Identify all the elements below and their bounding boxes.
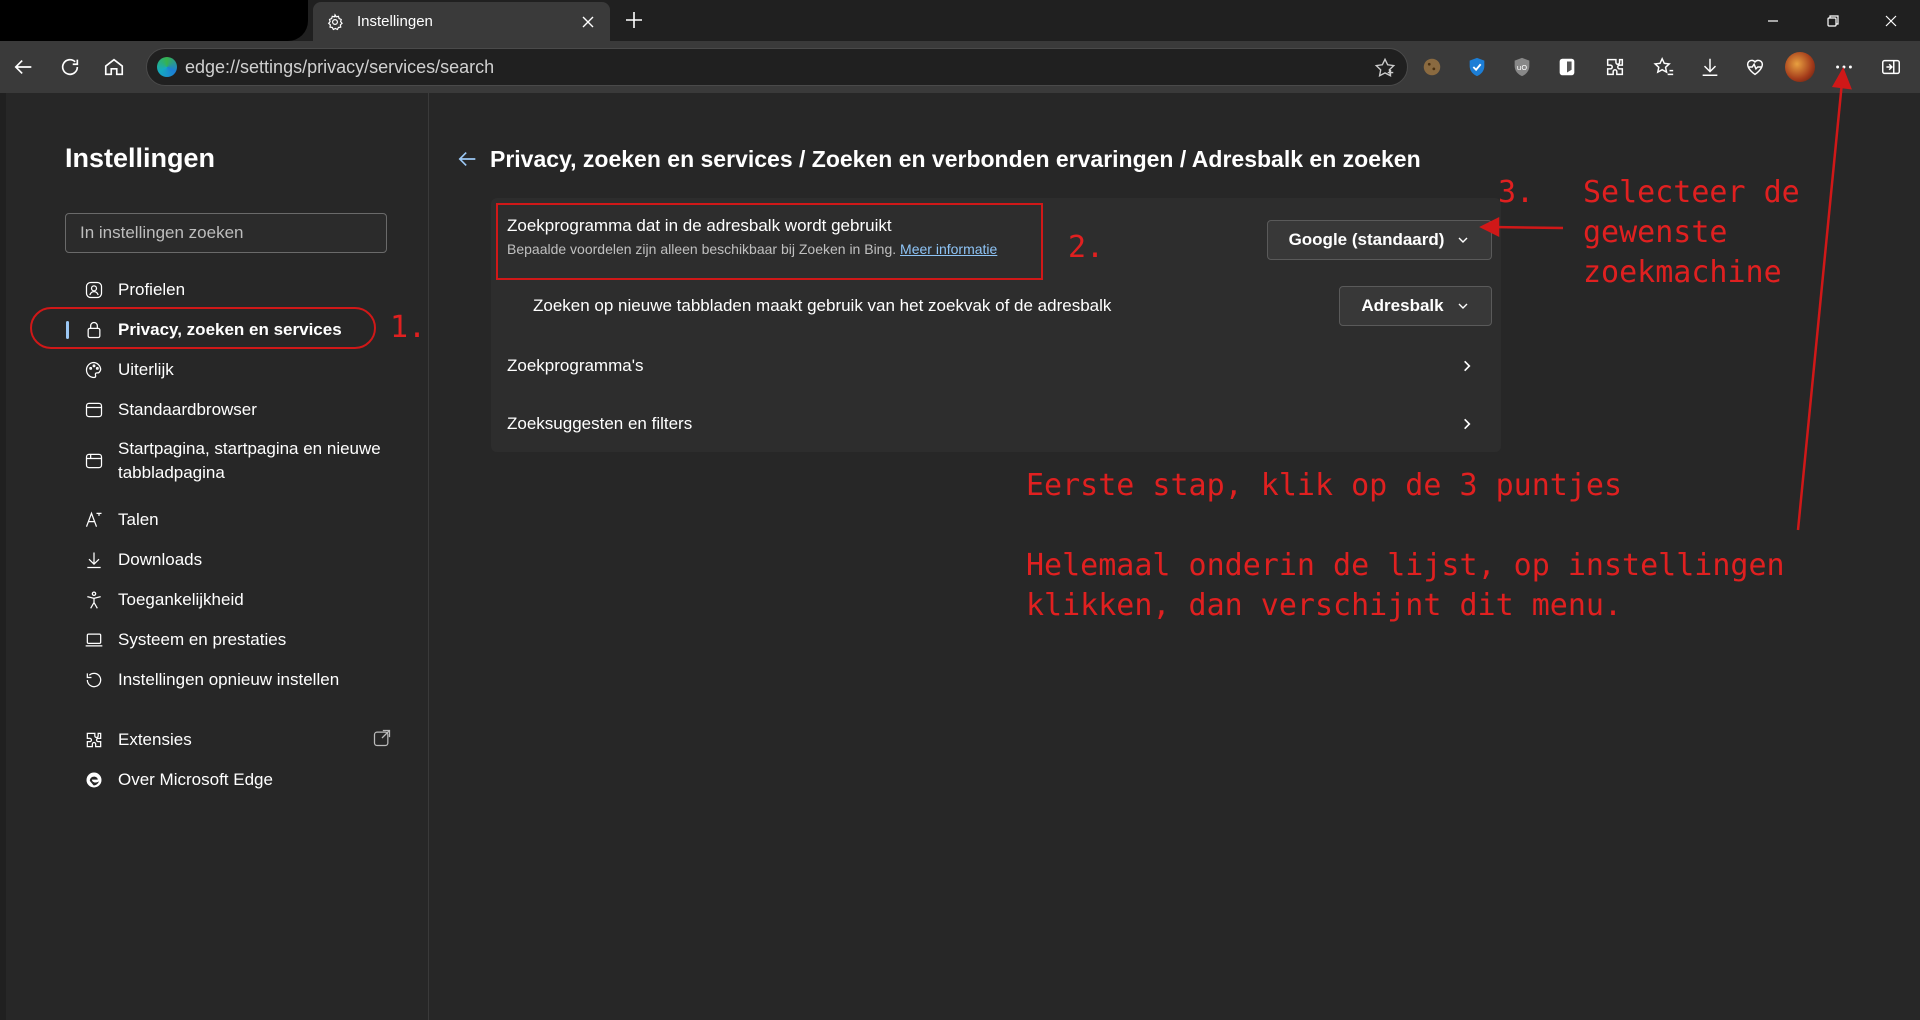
- search-suggestions-row[interactable]: Zoeksuggesten en filters: [491, 396, 1501, 452]
- gear-icon: [325, 12, 345, 32]
- address-bar[interactable]: edge://settings/privacy/services/search: [146, 48, 1408, 86]
- settings-search-input[interactable]: [65, 213, 387, 253]
- redacted-area: [0, 0, 308, 41]
- sidebar-item-systeem[interactable]: Systeem en prestaties: [66, 622, 396, 658]
- settings-sidebar: Instellingen Profielen Privacy, zoeken e…: [6, 93, 429, 1020]
- sidebar-item-talen[interactable]: Talen: [66, 502, 396, 538]
- close-tab-icon[interactable]: [578, 12, 598, 32]
- edge-logo-icon: [157, 57, 177, 77]
- laptop-icon: [82, 628, 106, 652]
- search-engines-row[interactable]: Zoekprogramma's: [491, 338, 1501, 394]
- sidebar-item-label: Extensies: [118, 730, 192, 749]
- address-url: edge://settings/privacy/services/search: [185, 56, 495, 77]
- profile-avatar[interactable]: [1785, 52, 1815, 82]
- tab-settings[interactable]: Instellingen: [313, 2, 610, 41]
- close-window-icon[interactable]: [1868, 0, 1914, 41]
- svg-text:uO: uO: [1517, 63, 1528, 72]
- ublock-extension-icon[interactable]: uO: [1508, 53, 1536, 81]
- tab-title: Instellingen: [357, 13, 433, 30]
- annotation-step-3-text: Selecteer de gewenste zoekmachine: [1583, 175, 1800, 290]
- puzzle-icon: [82, 728, 106, 752]
- annotation-step-2: 2.: [1068, 230, 1105, 265]
- restore-icon[interactable]: [1810, 0, 1856, 41]
- bitwarden-extension-icon[interactable]: [1553, 53, 1581, 81]
- annotation-step-3-number: 3.: [1498, 175, 1535, 210]
- chevron-right-icon: [1457, 414, 1477, 434]
- sidebar-toggle-icon[interactable]: [1877, 53, 1905, 81]
- sidebar-item-label: Profielen: [118, 280, 186, 299]
- start-page-icon: [82, 449, 106, 473]
- chevron-down-icon: [1456, 233, 1470, 247]
- sidebar-item-profielen[interactable]: Profielen: [66, 272, 396, 308]
- sidebar-item-label: Talen: [118, 510, 159, 529]
- sidebar-title: Instellingen: [65, 143, 216, 173]
- browser-icon: [82, 398, 106, 422]
- back-arrow-icon[interactable]: [454, 145, 482, 173]
- sidebar-item-label: Startpagina, startpagina en nieuwe tabbl…: [118, 439, 381, 482]
- edge-icon: [82, 768, 106, 792]
- chevron-right-icon: [1457, 356, 1477, 376]
- row-title: Zoekprogramma's: [507, 356, 644, 375]
- annotation-step-1: 1.: [390, 310, 427, 345]
- sidebar-item-standaardbrowser[interactable]: Standaardbrowser: [66, 392, 396, 428]
- dropdown-value: Google (standaard): [1288, 230, 1445, 249]
- reset-icon: [82, 668, 106, 692]
- downloads-icon[interactable]: [1696, 53, 1724, 81]
- sidebar-item-label: Downloads: [118, 550, 203, 569]
- tab-strip: Instellingen: [0, 0, 1920, 41]
- cookie-extension-icon[interactable]: [1418, 53, 1446, 81]
- sidebar-item-extensies[interactable]: Extensies: [66, 722, 396, 758]
- sidebar-item-reset[interactable]: Instellingen opnieuw instellen: [66, 662, 396, 698]
- new-tab-search-row: Zoeken op nieuwe tabbladen maakt gebruik…: [491, 278, 1501, 334]
- annotation-box-search-engine: [496, 203, 1043, 280]
- home-icon[interactable]: [98, 51, 130, 83]
- chevron-down-icon: [1456, 299, 1470, 313]
- more-options-icon[interactable]: [1830, 53, 1858, 81]
- page-breadcrumb: Privacy, zoeken en services / Zoeken en …: [490, 146, 1421, 172]
- performance-heart-icon[interactable]: [1741, 53, 1769, 81]
- new-tab-search-dropdown[interactable]: Adresbalk: [1339, 286, 1492, 326]
- external-link-icon: [372, 728, 396, 752]
- toolbar: edge://settings/privacy/services/search …: [0, 41, 1920, 93]
- palette-icon: [82, 358, 106, 382]
- row-title: Zoeksuggesten en filters: [507, 414, 693, 433]
- back-arrow-icon[interactable]: [8, 51, 40, 83]
- minimize-icon[interactable]: [1750, 0, 1796, 41]
- annotation-first-step: Eerste stap, klik op de 3 puntjes: [1026, 468, 1623, 503]
- sidebar-item-downloads[interactable]: Downloads: [66, 542, 396, 578]
- language-icon: [82, 508, 106, 532]
- row-title: Zoeken op nieuwe tabbladen maakt gebruik…: [533, 296, 1112, 315]
- sidebar-item-label: Instellingen opnieuw instellen: [118, 670, 340, 689]
- sidebar-item-over-edge[interactable]: Over Microsoft Edge: [66, 762, 396, 798]
- refresh-icon[interactable]: [54, 51, 86, 83]
- download-icon: [82, 548, 106, 572]
- sidebar-item-label: Uiterlijk: [118, 360, 174, 379]
- favorites-list-icon[interactable]: [1650, 53, 1678, 81]
- shield-extension-icon[interactable]: [1463, 53, 1491, 81]
- dropdown-value: Adresbalk: [1361, 296, 1444, 315]
- sidebar-item-toegankelijkheid[interactable]: Toegankelijkheid: [66, 582, 396, 618]
- new-tab-icon[interactable]: [622, 8, 646, 32]
- sidebar-item-startpagina[interactable]: Startpagina, startpagina en nieuwe tabbl…: [66, 432, 396, 490]
- search-engine-dropdown[interactable]: Google (standaard): [1267, 220, 1492, 260]
- sidebar-item-label: Toegankelijkheid: [118, 590, 244, 609]
- favorite-star-icon[interactable]: [1373, 56, 1397, 80]
- sidebar-item-label: Over Microsoft Edge: [118, 770, 273, 789]
- annotation-bottom-note: Helemaal onderin de lijst, op instelling…: [1026, 548, 1785, 623]
- sidebar-item-uiterlijk[interactable]: Uiterlijk: [66, 352, 396, 388]
- sidebar-item-label: Systeem en prestaties: [118, 630, 287, 649]
- profile-icon: [82, 278, 106, 302]
- sidebar-item-label: Standaardbrowser: [118, 400, 257, 419]
- extensions-puzzle-icon[interactable]: [1601, 53, 1629, 81]
- annotation-ellipse-privacy: [30, 307, 376, 349]
- accessibility-icon: [82, 588, 106, 612]
